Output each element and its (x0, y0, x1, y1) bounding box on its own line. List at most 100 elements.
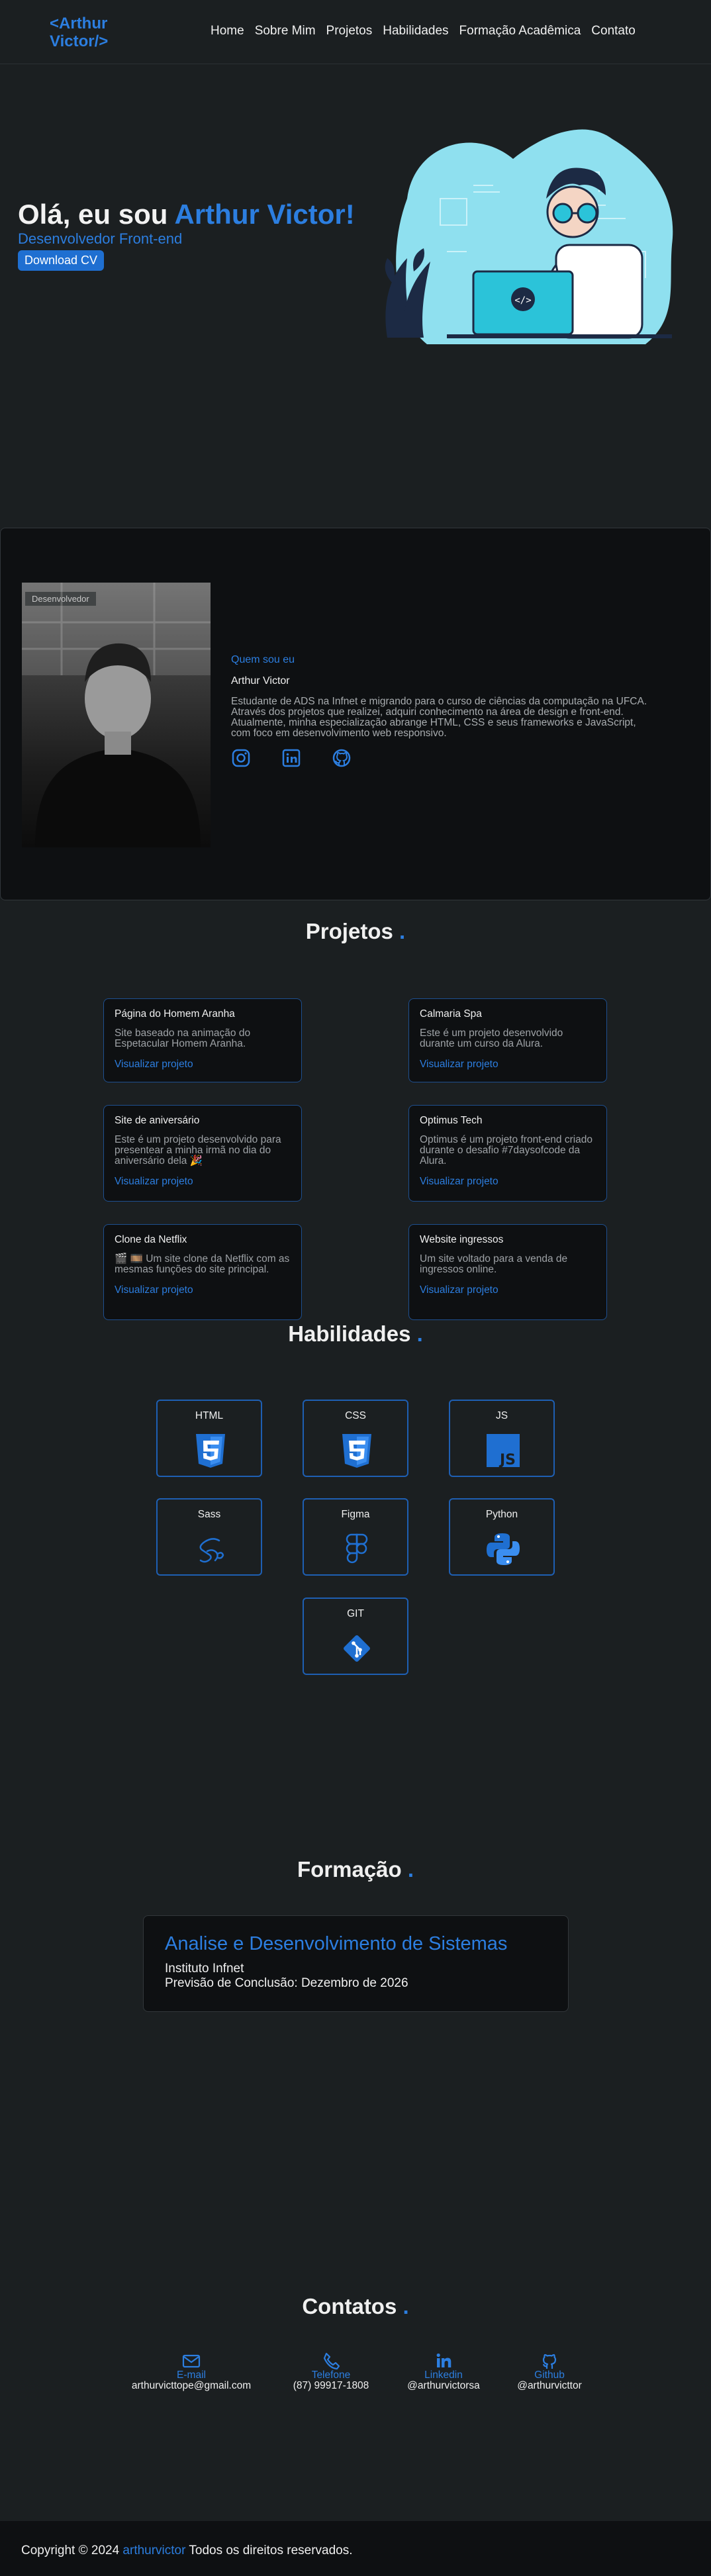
hero-title: Olá, eu sou Arthur Victor! (18, 199, 355, 230)
about-kicker: Quem sou eu (231, 654, 295, 665)
contact-phone[interactable]: Telefone (87) 99917-1808 (278, 2351, 384, 2392)
nav-formacao[interactable]: Formação Acadêmica (459, 24, 581, 38)
skill-card: Figma (303, 1498, 408, 1576)
contact-email[interactable]: E-mail arthurvicttope@gmail.com (122, 2351, 261, 2392)
skill-card: Sass (156, 1498, 262, 1576)
skills-title: Habilidades . (0, 1321, 711, 1347)
education-course: Analise e Desenvolvimento de Sistemas (165, 1933, 508, 1954)
skill-name: JS (495, 1410, 508, 1421)
project-description: Optimus é um projeto front-end criado du… (420, 1134, 593, 1167)
instagram-icon (232, 749, 250, 767)
contact-label: Telefone (311, 2369, 351, 2381)
contact-linkedin[interactable]: Linkedin @arthurvictorsa (394, 2351, 493, 2392)
skill-name: HTML (195, 1410, 224, 1421)
project-link[interactable]: Visualizar projeto (115, 1059, 291, 1071)
copyright-suffix: Todos os direitos reservados. (185, 2544, 353, 2557)
project-link[interactable]: Visualizar projeto (115, 1284, 291, 1296)
contact-value: @arthurvicttor (517, 2380, 582, 2391)
contact-label: Github (534, 2369, 565, 2381)
project-link[interactable]: Visualizar projeto (115, 1176, 291, 1188)
hero-text: Olá, eu sou Arthur Victor! Desenvolvedor… (18, 199, 355, 271)
skills-title-text: Habilidades (288, 1321, 411, 1346)
download-cv-button[interactable]: Download CV (18, 250, 105, 271)
project-card: Clone da Netflix 🎬 🎞️ Um site clone da N… (103, 1224, 302, 1320)
nav-habilidades[interactable]: Habilidades (383, 24, 448, 38)
python-icon (487, 1533, 520, 1565)
contact-github[interactable]: Github @arthurvicttor (503, 2351, 596, 2392)
hero-greeting: Olá, eu sou (18, 199, 175, 230)
skill-card: Python (449, 1498, 555, 1576)
project-description: Um site voltado para a venda de ingresso… (420, 1253, 568, 1275)
contacts-title-text: Contatos (302, 2294, 397, 2318)
education-title-dot: . (407, 1857, 414, 1882)
projects-title-dot: . (399, 919, 406, 943)
project-card: Calmaria Spa Este é um projeto desenvolv… (408, 998, 607, 1082)
skill-name: Python (485, 1509, 518, 1520)
skill-name: CSS (345, 1410, 366, 1421)
about-info: Quem sou eu Arthur Victor Estudante de A… (231, 654, 648, 771)
project-link[interactable]: Visualizar projeto (420, 1059, 596, 1071)
about-section: Desenvolvedor Quem sou eu Arthur Victor … (0, 528, 711, 900)
main-nav: Home Sobre Mim Projetos Habilidades Form… (211, 24, 636, 38)
github-icon (542, 2354, 557, 2369)
project-description: 🎬 🎞️ Um site clone da Netflix com as mes… (115, 1253, 290, 1275)
project-title: Site de aniversário (115, 1115, 200, 1126)
project-link[interactable]: Visualizar projeto (420, 1176, 596, 1188)
profile-photo: Desenvolvedor (22, 583, 211, 847)
skill-card: CSS (303, 1400, 408, 1477)
project-description: Este é um projeto desenvolvido durante u… (420, 1027, 563, 1049)
project-card: Website ingressos Um site voltado para a… (408, 1224, 607, 1320)
nav-home[interactable]: Home (211, 24, 244, 38)
site-header: <Arthur Victor/> Home Sobre Mim Projetos… (0, 0, 711, 64)
skills-title-dot: . (416, 1321, 423, 1346)
linkedin-icon (282, 749, 301, 767)
contacts-title: Contatos . (0, 2294, 711, 2319)
hero-name: Arthur Victor! (174, 199, 355, 230)
instagram-link[interactable] (231, 748, 251, 771)
svg-text:</>: </> (514, 295, 531, 306)
contact-label: E-mail (177, 2369, 206, 2381)
logo-link[interactable]: <Arthur Victor/> (50, 15, 129, 50)
copyright-text: Copyright © 2024 arthurvictor Todos os d… (21, 2544, 353, 2558)
sass-icon (199, 1538, 224, 1563)
education-date: Previsão de Conclusão: Dezembro de 2026 (165, 1976, 408, 1990)
footer-handle-link[interactable]: arthurvictor (122, 2544, 185, 2557)
linkedin-link[interactable] (281, 748, 301, 771)
mail-icon (182, 2354, 201, 2368)
contacts-title-dot: . (403, 2294, 409, 2318)
contact-value: @arthurvictorsa (407, 2380, 480, 2391)
js-badge-text: JS (498, 1452, 516, 1468)
project-card: Site de aniversário Este é um projeto de… (103, 1105, 302, 1202)
site-footer: Copyright © 2024 arthurvictor Todos os d… (0, 2521, 711, 2576)
contact-value: (87) 99917-1808 (293, 2380, 369, 2391)
figma-icon (346, 1533, 368, 1564)
skill-card: JS JS (449, 1400, 555, 1477)
nav-sobre-mim[interactable]: Sobre Mim (255, 24, 316, 38)
project-card: Página do Homem Aranha Site baseado na a… (103, 998, 302, 1082)
project-description: Site baseado na animação do Espetacular … (115, 1027, 251, 1049)
projects-title: Projetos . (0, 919, 711, 944)
project-title: Clone da Netflix (115, 1234, 187, 1245)
project-card: Optimus Tech Optimus é um projeto front-… (408, 1105, 607, 1202)
skill-card: HTML (156, 1400, 262, 1477)
project-description: Este é um projeto desenvolvido para pres… (115, 1134, 281, 1167)
about-description: Estudante de ADS na Infnet e migrando pa… (231, 696, 647, 739)
linkedin-icon (436, 2353, 451, 2367)
about-name: Arthur Victor (231, 675, 290, 687)
education-title-text: Formação (297, 1857, 402, 1882)
github-link[interactable] (332, 748, 352, 771)
nav-contato[interactable]: Contato (591, 24, 636, 38)
education-title: Formação . (0, 1857, 711, 1882)
project-title: Página do Homem Aranha (115, 1008, 235, 1020)
project-link[interactable]: Visualizar projeto (420, 1284, 596, 1296)
education-institution: Instituto Infnet (165, 1962, 244, 1976)
javascript-icon: JS (487, 1434, 520, 1468)
html5-icon (196, 1434, 225, 1468)
person-silhouette-icon (22, 583, 211, 847)
git-icon (344, 1635, 370, 1662)
social-links (231, 748, 648, 771)
project-title: Website ingressos (420, 1234, 504, 1245)
copyright-prefix: Copyright © 2024 (21, 2544, 123, 2557)
nav-projetos[interactable]: Projetos (326, 24, 373, 38)
skill-card: GIT (303, 1598, 408, 1675)
